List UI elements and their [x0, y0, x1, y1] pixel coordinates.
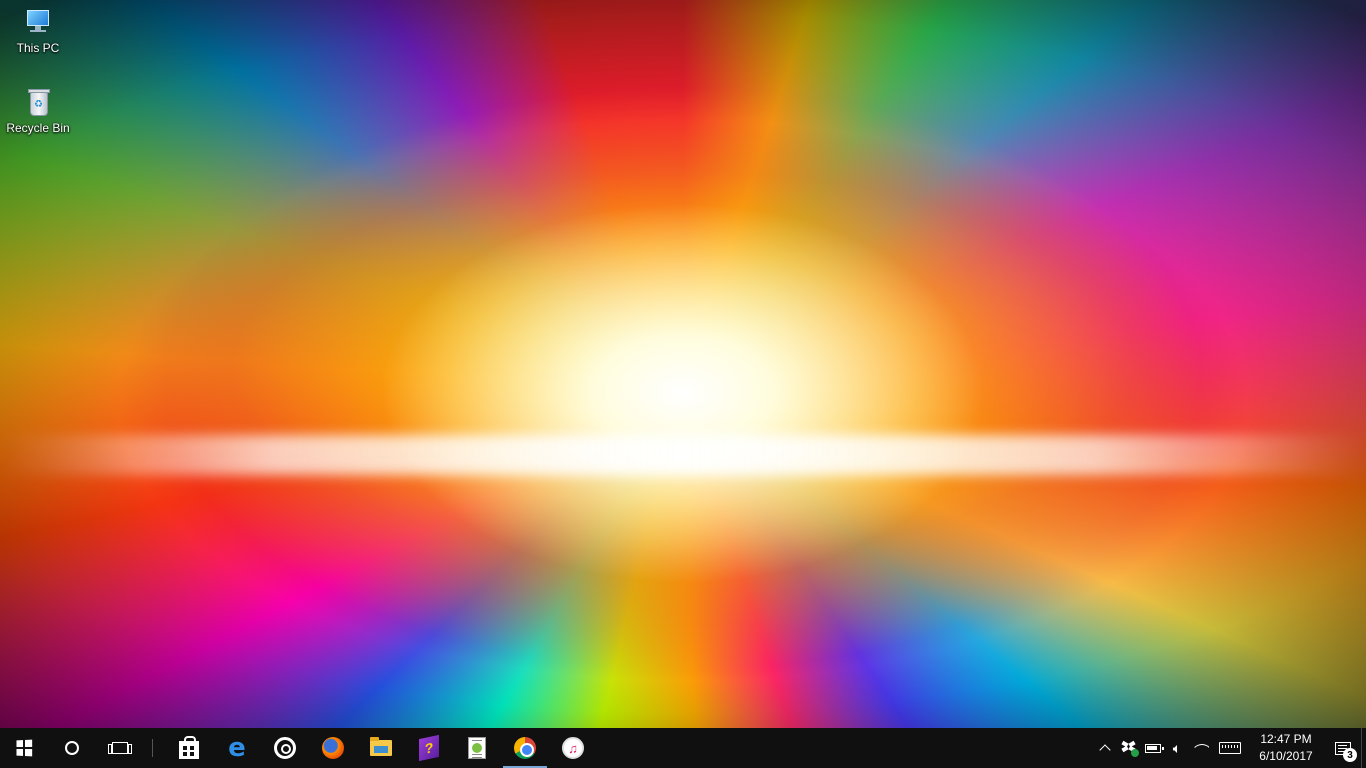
- help-book-icon: ?: [419, 734, 439, 762]
- speaker-icon: 🔈︎: [1172, 739, 1182, 756]
- chevron-up-icon: [1099, 744, 1111, 756]
- store-icon: [179, 735, 199, 759]
- desktop-icon-label: This PC: [16, 41, 60, 55]
- tray-volume[interactable]: 🔈︎: [1165, 728, 1189, 768]
- notepadpp-icon: [468, 737, 486, 759]
- keyboard-icon: [1219, 742, 1241, 754]
- groove-icon: [274, 737, 296, 759]
- tray-dropbox[interactable]: [1117, 728, 1141, 768]
- system-tray: 🔈︎ 12:47 PM 6/10/2017 3: [1093, 728, 1366, 768]
- tray-battery[interactable]: [1141, 728, 1165, 768]
- taskbar-app-chrome[interactable]: [501, 728, 549, 768]
- windows-logo-icon: [16, 739, 33, 757]
- desktop-wallpaper: [0, 0, 1366, 728]
- taskbar-separator: [152, 739, 153, 757]
- firefox-icon: [322, 737, 344, 759]
- desktop-icon-this-pc[interactable]: This PC: [0, 6, 76, 55]
- clock-date: 6/10/2017: [1259, 749, 1313, 763]
- edge-icon: e: [228, 733, 246, 763]
- desktop-icon-label: Recycle Bin: [6, 121, 70, 135]
- battery-icon: [1145, 743, 1164, 753]
- show-hidden-icons-button[interactable]: [1093, 728, 1117, 768]
- taskbar-app-firefox[interactable]: [309, 728, 357, 768]
- notification-count-badge: 3: [1343, 748, 1357, 762]
- clock-time: 12:47 PM: [1260, 732, 1312, 746]
- tray-touch-keyboard[interactable]: [1213, 728, 1247, 768]
- show-desktop-button[interactable]: [1361, 728, 1366, 768]
- wallpaper-light-streak: [0, 435, 1366, 475]
- task-view-button[interactable]: [96, 728, 144, 768]
- desktop-icon-recycle-bin[interactable]: ♻ Recycle Bin: [0, 86, 76, 135]
- cortana-circle-icon: [65, 741, 79, 755]
- taskbar-app-groove[interactable]: [261, 728, 309, 768]
- chrome-icon: [514, 737, 536, 759]
- taskbar-app-file-explorer[interactable]: [357, 728, 405, 768]
- task-view-icon: [108, 742, 132, 754]
- taskbar: e ? ♫ 🔈︎ 12:47 PM 6/10/2017 3: [0, 728, 1366, 768]
- tray-network[interactable]: [1189, 728, 1213, 768]
- taskbar-app-itunes[interactable]: ♫: [549, 728, 597, 768]
- action-center-button[interactable]: 3: [1325, 728, 1361, 768]
- taskbar-app-store[interactable]: [165, 728, 213, 768]
- dropbox-icon: [1121, 740, 1139, 757]
- recycle-bin-icon: ♻: [22, 86, 54, 118]
- taskbar-app-help[interactable]: ?: [405, 728, 453, 768]
- itunes-icon: ♫: [562, 737, 584, 759]
- this-pc-icon: [22, 6, 54, 38]
- start-button[interactable]: [0, 728, 48, 768]
- folder-icon: [370, 737, 392, 756]
- wifi-icon: [1193, 742, 1209, 754]
- taskbar-app-edge[interactable]: e: [213, 728, 261, 768]
- taskbar-clock[interactable]: 12:47 PM 6/10/2017: [1247, 728, 1325, 768]
- cortana-search-button[interactable]: [48, 728, 96, 768]
- taskbar-app-notepadpp[interactable]: [453, 728, 501, 768]
